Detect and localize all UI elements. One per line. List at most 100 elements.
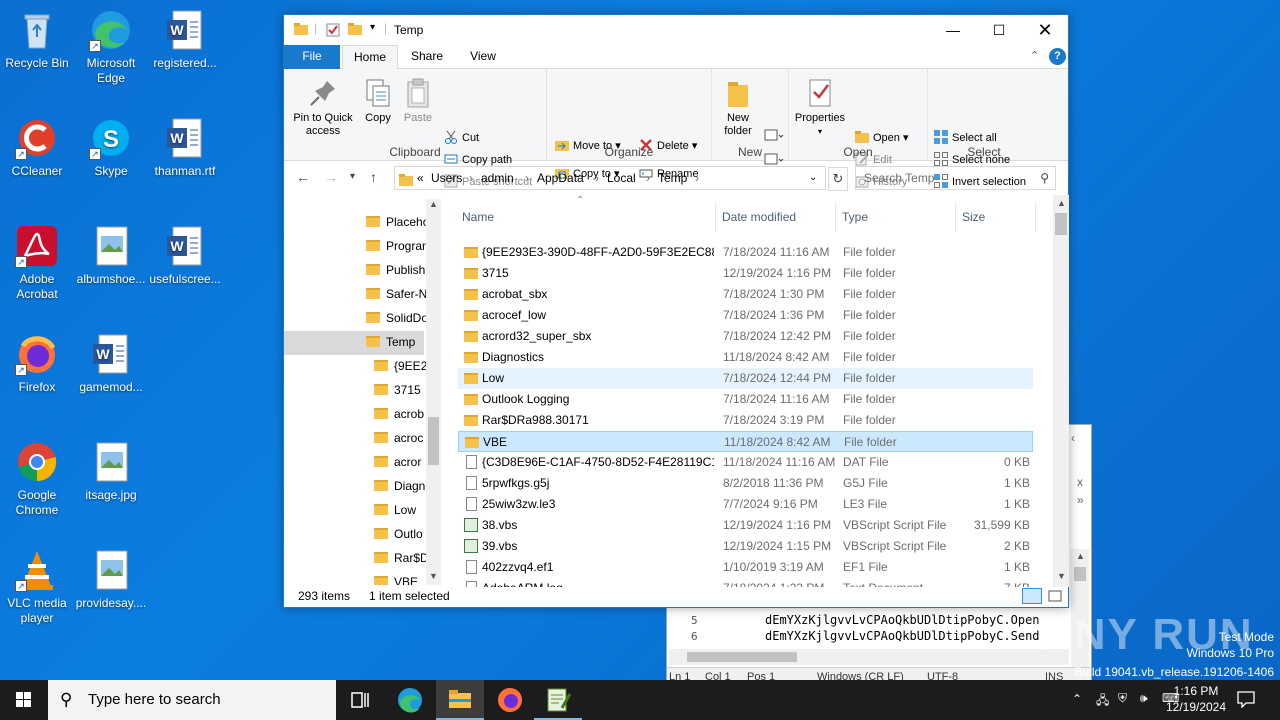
tab-home[interactable]: Home [342,45,398,70]
desktop-icon-thanman[interactable]: W thanman.rtf [149,116,221,179]
taskbar-firefox-button[interactable] [486,680,534,720]
chevron-left-icon[interactable]: ‹ [1071,431,1075,445]
nav-item[interactable]: {9EE29 [374,355,426,377]
nav-item[interactable]: Safer-N [366,283,426,305]
nav-item[interactable]: Placeho [366,211,426,233]
close-button[interactable]: ✕ [1022,15,1068,45]
nav-item[interactable]: 3715 [374,379,421,401]
search-input[interactable]: Search Temp ⚲ [855,166,1056,190]
file-row[interactable]: 38.vbs 12/19/2024 1:16 PM VBScript Script … [458,515,1033,536]
scroll-thumb[interactable] [1074,567,1086,581]
file-row[interactable]: Rar$DRa988.30171 7/18/2024 3:19 PM File fo… [458,410,1033,431]
close-icon[interactable]: x [1077,475,1083,489]
desktop-icon-usefulscree[interactable]: W usefulscree... [149,224,221,287]
breadcrumb-item[interactable]: Users [431,167,462,189]
nav-item[interactable]: acroc [374,427,423,449]
help-icon[interactable]: ? [1049,48,1066,65]
desktop-icon-adobe-acrobat[interactable]: ↗ Adobe Acrobat [1,224,73,302]
breadcrumb-item[interactable]: Temp [658,167,687,189]
desktop-icon-google-chrome[interactable]: Google Chrome [1,440,73,518]
file-row[interactable]: 5rpwfkgs.g5j 8/2/2018 11:36 PM G5J File 1 K… [458,473,1033,494]
nav-item[interactable]: Temp [366,331,415,353]
scroll-thumb[interactable] [428,417,439,465]
up-arrow-icon[interactable]: ↑ [370,169,377,185]
file-row[interactable]: Diagnostics 11/18/2024 8:42 AM File folder [458,347,1033,368]
file-row[interactable]: acrocef_low 7/18/2024 1:36 PM File folder [458,305,1033,326]
network-icon[interactable]: 🖧 [1096,691,1109,712]
scroll-up-icon[interactable]: ▲ [1076,551,1085,561]
desktop-icon-albumshoe[interactable]: albumshoe... [75,224,147,287]
nav-item[interactable]: acrob [374,403,424,425]
address-bar[interactable]: « Users › admin › AppData › Local › Temp… [394,166,826,190]
desktop-icon-firefox[interactable]: ↗ Firefox [1,332,73,395]
refresh-icon[interactable]: ↻ [828,167,848,191]
start-button[interactable] [0,680,48,720]
nav-item[interactable]: VBE [374,571,418,585]
file-row[interactable]: 3715 12/19/2024 1:16 PM File folder [458,263,1033,284]
file-row[interactable]: VBE 11/18/2024 8:42 AM File folder [458,431,1033,452]
search-icon[interactable]: ⚲ [1040,167,1049,189]
desktop-icon-providesay[interactable]: providesay.... [75,548,147,611]
taskbar-notepadpp-button[interactable] [534,680,582,720]
tab-file[interactable]: File [284,45,340,69]
column-name[interactable]: Name [456,203,716,231]
file-row[interactable]: 402zzvq4.ef1 1/10/2019 3:19 AM EF1 File 1 K… [458,557,1033,578]
breadcrumb-item[interactable]: Local [607,167,636,189]
desktop-icon-itsage[interactable]: itsage.jpg [75,440,147,503]
file-row[interactable]: acrord32_super_sbx 7/18/2024 12:42 PM File… [458,326,1033,347]
breadcrumb-separator-icon[interactable]: › [595,167,599,189]
file-row[interactable]: Low 7/18/2024 12:44 PM File folder [458,368,1033,389]
large-icons-view-icon[interactable] [1046,588,1064,604]
show-hidden-icons-icon[interactable]: ⌃ [1072,692,1082,706]
editor-horizontal-scrollbar[interactable] [669,649,1069,665]
title-bar[interactable]: | ▾ | Temp — ☐ ✕ [284,15,1068,45]
taskbar-edge-button[interactable] [386,680,434,720]
breadcrumb-item[interactable]: admin [481,167,514,189]
copy-button[interactable]: Copy [360,77,396,125]
properties-button[interactable]: Properties ▾ [793,77,847,138]
file-row[interactable]: 39.vbs 12/19/2024 1:15 PM VBScript Script … [458,536,1033,557]
file-row[interactable]: 25wiw3zw.le3 7/7/2024 9:16 PM LE3 File 1 KB [458,494,1033,515]
scroll-thumb[interactable] [1055,213,1067,235]
details-view-icon[interactable] [1022,588,1042,604]
desktop-icon-skype[interactable]: S ↗ Skype [75,116,147,179]
scroll-up-icon[interactable]: ▲ [1057,198,1066,208]
scroll-thumb[interactable] [687,652,797,662]
properties-quick-icon[interactable] [326,23,340,40]
properties-dropdown-icon[interactable]: ▾ [793,125,847,138]
nav-item[interactable]: Diagn [374,475,425,497]
chevron-right-icon[interactable]: » [1077,493,1084,507]
notification-center-button[interactable] [1236,690,1256,709]
forward-arrow-icon[interactable]: → [324,169,338,185]
quick-access-dropdown-icon[interactable]: ▾ [370,22,375,33]
desktop-icon-microsoft-edge[interactable]: ↗ Microsoft Edge [75,8,147,86]
minimize-button[interactable]: — [930,15,976,45]
nav-item[interactable]: Publish [366,259,425,281]
nav-scrollbar[interactable]: ▲ ▼ [426,199,441,585]
column-date-modified[interactable]: Date modified [716,203,836,231]
file-list-scrollbar[interactable]: ▲ ▼ [1053,195,1069,587]
nav-item[interactable]: Outlo [374,523,423,545]
breadcrumb-item[interactable]: AppData [537,167,584,189]
maximize-button[interactable]: ☐ [976,15,1022,45]
file-row[interactable]: {9EE293E3-390D-48FF-A2D0-59F3E2EC88... 7/… [458,242,1033,263]
shield-icon[interactable]: ⛨ [1118,691,1127,706]
desktop-icon-registered[interactable]: W registered... [149,8,221,71]
nav-item[interactable]: SolidDo [366,307,426,329]
file-row[interactable]: acrobat_sbx 7/18/2024 1:30 PM File folder [458,284,1033,305]
nav-item[interactable]: Low [374,499,416,521]
breadcrumb-separator-icon[interactable]: › [525,167,529,189]
task-view-button[interactable] [336,680,384,720]
breadcrumb-separator-icon[interactable]: › [646,167,650,189]
desktop-icon-vlc[interactable]: ↗ VLC media player [1,548,73,626]
scroll-up-icon[interactable]: ▲ [429,199,438,209]
recent-locations-dropdown-icon[interactable]: ▾ [350,171,355,182]
pin-to-quick-access-button[interactable]: Pin to Quick access [290,77,356,138]
paste-button[interactable]: Paste [400,77,436,125]
back-arrow-icon[interactable]: ← [296,169,310,185]
column-size[interactable]: Size [956,203,1036,231]
collapse-ribbon-icon[interactable]: ⌃ [1030,49,1039,62]
taskbar-search-box[interactable]: ⚲ Type here to search [48,680,336,720]
breadcrumb-separator-icon[interactable]: › [695,167,699,189]
tab-view[interactable]: View [458,45,508,69]
